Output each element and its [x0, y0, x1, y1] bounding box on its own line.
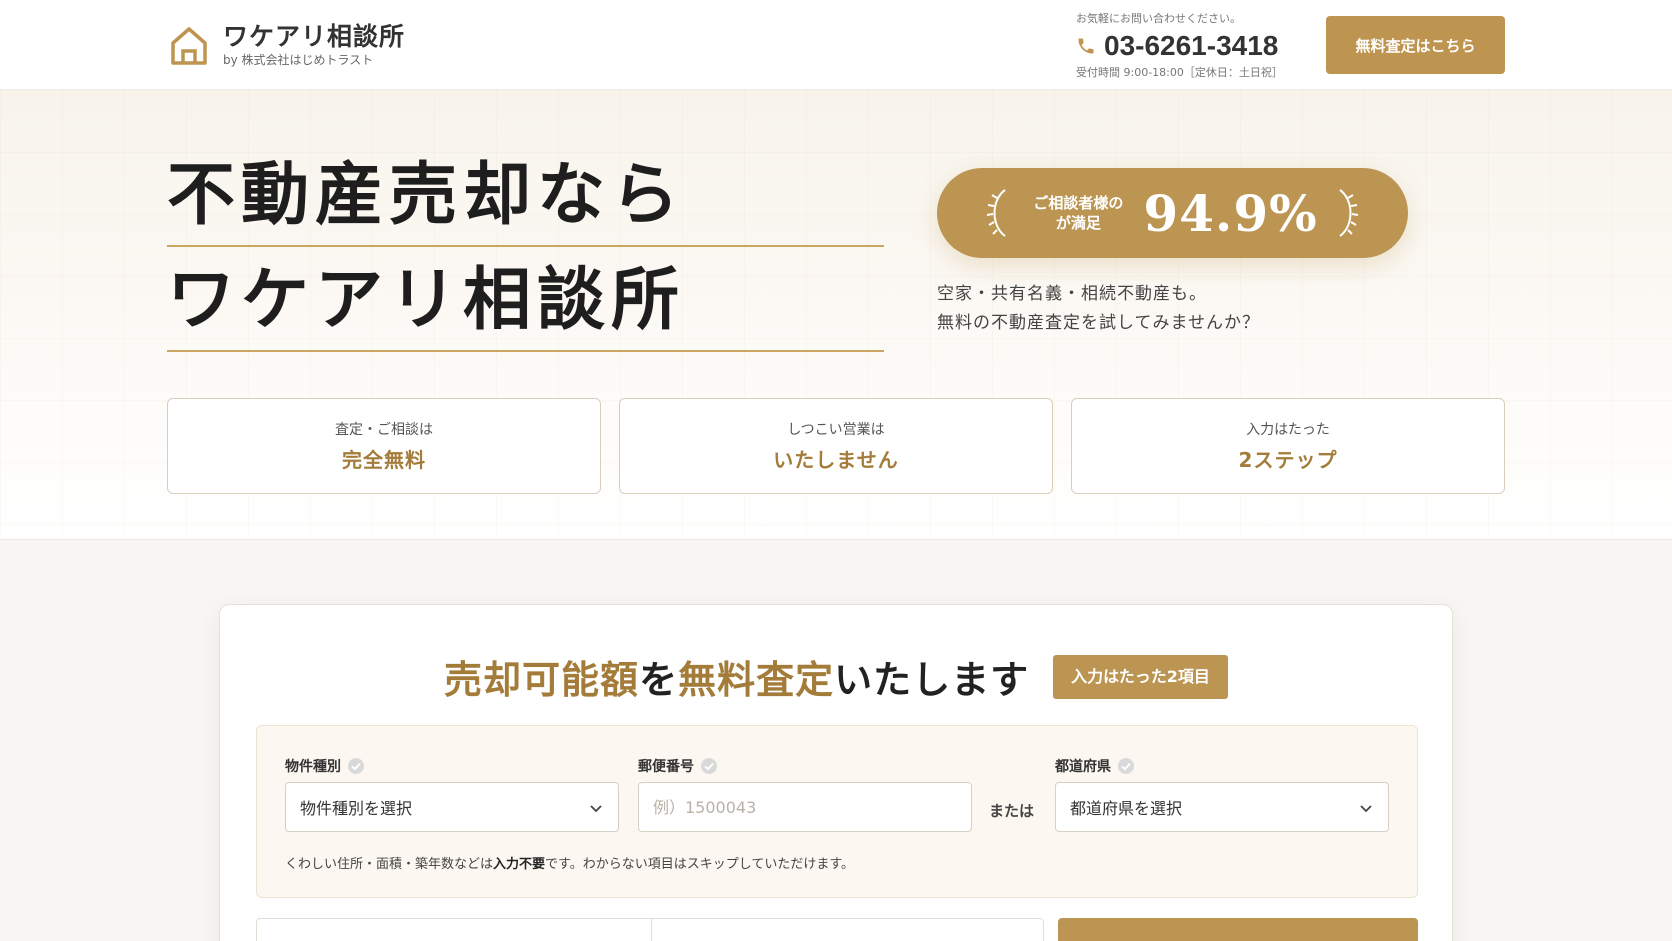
headline-line-2: ワケアリ相談所 [167, 260, 884, 352]
help-text-pre: くわしい住所・面積・築年数などは [285, 857, 494, 872]
form-title: 売却可能額を無料査定いたします 入力はたった2項目 [220, 649, 1452, 704]
site-header: ワケアリ相談所 by 株式会社はじめトラスト お気軽にお問い合わせください。 0… [0, 0, 1672, 90]
check-circle-icon [1118, 758, 1134, 774]
property-type-select[interactable]: 物件種別を選択 [285, 782, 619, 832]
feature-small-text: しつこい営業は [787, 422, 885, 438]
house-logo-icon [171, 27, 207, 65]
feature-big-text: 完全無料 [342, 448, 426, 472]
property-type-label: 物件種別 [285, 756, 365, 776]
or-text: または [989, 802, 1035, 820]
logo-subtitle: by 株式会社はじめトラスト [223, 53, 374, 67]
headline-line-1: 不動産売却なら [167, 155, 884, 247]
badge-value: 94.9% [1143, 183, 1318, 243]
laurel-left-icon [987, 189, 1006, 237]
help-text: くわしい住所・面積・築年数などは入力不要です。わからない項目はスキップしていただ… [285, 853, 854, 872]
submit-button[interactable] [1058, 918, 1418, 941]
postal-code-label: 郵便番号 [638, 756, 718, 776]
badge-label: ご相談者様の が満足 [1033, 194, 1124, 232]
phone-number[interactable]: 03-6261-3418 [1104, 29, 1278, 63]
appraisal-form-card: 売却可能額を無料査定いたします 入力はたった2項目 物件種別 物件種別を選択 郵… [219, 604, 1453, 941]
form-title-part-1: 売却可能額 [444, 658, 640, 702]
form-title-part-3: 無料査定 [678, 658, 835, 702]
feature-card-two-steps: 入力はたった 2ステップ [1071, 398, 1505, 494]
hero-desc-line-1: 空家・共有名義・相続不動産も。 [937, 284, 1207, 304]
chevron-down-icon [1360, 805, 1372, 813]
help-text-post: です。わからない項目はスキップしていただけます。 [545, 857, 855, 872]
prefecture-select[interactable]: 都道府県を選択 [1055, 782, 1389, 832]
hero-description: 空家・共有名義・相続不動産も。 無料の不動産査定を試してみませんか？ [937, 280, 1260, 338]
contact-note: お気軽にお問い合わせください。 [1076, 12, 1241, 25]
postal-code-input[interactable] [653, 797, 971, 817]
logo[interactable]: ワケアリ相談所 by 株式会社はじめトラスト [169, 22, 405, 68]
property-type-value: 物件種別を選択 [300, 799, 413, 818]
laurel-right-icon [1338, 189, 1358, 237]
chevron-down-icon [590, 805, 602, 813]
check-circle-icon [348, 758, 364, 774]
postal-code-label-text: 郵便番号 [638, 759, 694, 775]
free-appraisal-button[interactable]: 無料査定はこちら [1326, 16, 1505, 74]
logo-title: ワケアリ相談所 [223, 22, 406, 51]
form-title-part-2: を [639, 658, 679, 702]
two-items-pill: 入力はたった2項目 [1053, 654, 1228, 699]
feature-big-text: 2ステップ [1238, 448, 1338, 472]
satisfaction-badge: ご相談者様の が満足 94.9% [937, 168, 1408, 258]
feature-card-no-sales: しつこい営業は いたしません [619, 398, 1053, 494]
check-circle-icon [701, 758, 717, 774]
business-hours: 受付時間 9:00-18:00［定休日：土日祝］ [1076, 66, 1283, 79]
form-title-part-4: いたします [834, 658, 1030, 702]
contact-info: お気軽にお問い合わせください。 03-6261-3418 受付時間 9:00-1… [1076, 11, 1296, 81]
feature-card-free: 査定・ご相談は 完全無料 [167, 398, 601, 494]
hero-desc-line-2: 無料の不動産査定を試してみませんか？ [937, 313, 1260, 333]
feature-big-text: いたしません [773, 448, 899, 472]
feature-small-text: 査定・ご相談は [335, 422, 433, 438]
form-fields-box: 物件種別 物件種別を選択 郵便番号 または 都道府県 [256, 725, 1418, 898]
phone-icon [1078, 38, 1094, 54]
next-step-fields-row[interactable] [256, 918, 1044, 941]
feature-small-text: 入力はたった [1246, 422, 1330, 438]
field-divider [651, 919, 652, 941]
property-type-label-text: 物件種別 [285, 759, 341, 775]
prefecture-label-text: 都道府県 [1055, 759, 1111, 775]
postal-code-field[interactable] [638, 782, 972, 832]
prefecture-value: 都道府県を選択 [1070, 799, 1183, 818]
prefecture-label: 都道府県 [1055, 756, 1135, 776]
hero-section: 不動産売却なら ワケアリ相談所 ご相談者様の が満足 94.9% 空家・共有名義… [0, 90, 1672, 540]
help-text-bold: 入力不要 [493, 857, 546, 872]
